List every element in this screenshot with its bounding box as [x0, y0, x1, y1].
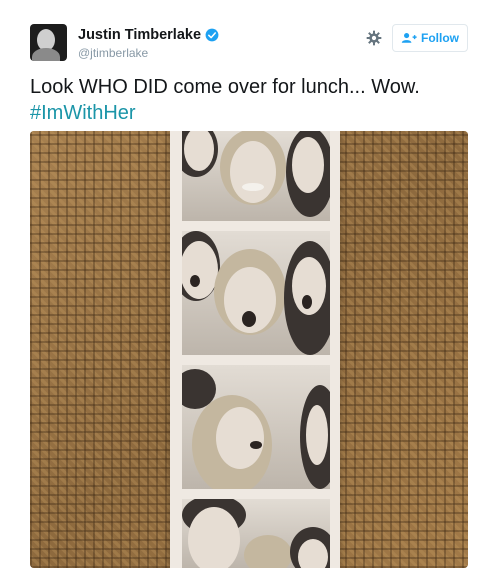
photo-frame-2 — [182, 231, 330, 355]
photo-frame-1 — [182, 131, 330, 221]
author-handle[interactable]: @jtimberlake — [78, 46, 148, 60]
photo-frame-4 — [182, 499, 330, 568]
photo-booth-strip — [170, 131, 340, 568]
avatar-shoulder — [32, 48, 60, 61]
follow-button-label: Follow — [421, 31, 459, 45]
follow-button[interactable]: Follow — [392, 24, 468, 52]
hashtag-link[interactable]: #ImWithHer — [30, 102, 136, 124]
author-name-row[interactable]: Justin Timberlake — [78, 27, 219, 43]
add-user-icon — [401, 33, 417, 43]
verified-badge-icon — [205, 28, 219, 42]
tweet-card: Justin Timberlake @jtimberlake Follow Lo… — [0, 0, 500, 577]
photo-frame-3 — [182, 365, 330, 489]
tweet-body: Look WHO DID come over for lunch... Wow. — [30, 76, 420, 98]
tweet-text: Look WHO DID come over for lunch... Wow.… — [30, 74, 470, 126]
gear-icon[interactable] — [366, 30, 382, 46]
display-name[interactable]: Justin Timberlake — [78, 27, 201, 43]
avatar[interactable] — [30, 24, 67, 61]
tweet-photo[interactable] — [30, 131, 468, 568]
